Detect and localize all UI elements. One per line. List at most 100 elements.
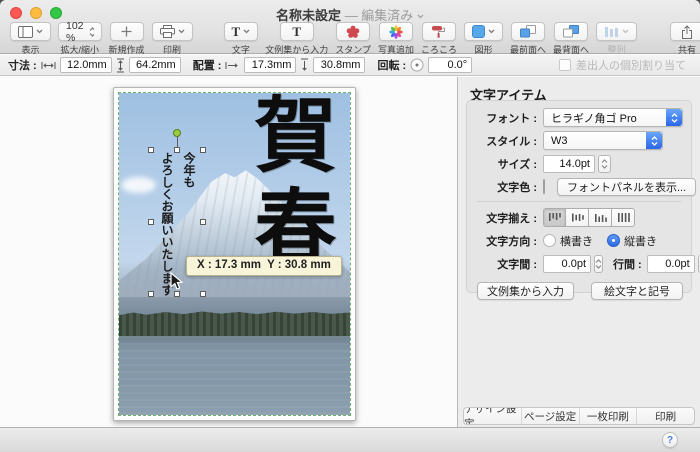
zoom-value: 102 %	[66, 19, 84, 44]
position-tooltip: X : 17.3 mm Y : 30.8 mm	[186, 256, 342, 276]
handle-bottom-right[interactable]	[200, 291, 206, 297]
group-separator	[477, 201, 681, 202]
align-bottom-button[interactable]	[589, 208, 612, 227]
zoom-stepper[interactable]: 102 %	[58, 19, 102, 44]
position-x-input[interactable]	[244, 57, 297, 73]
align-center-icon	[571, 213, 584, 222]
vertical-radio[interactable]: 縦書き	[607, 233, 657, 249]
tab-page-settings[interactable]: ページ設定	[522, 408, 580, 424]
tracking-label: 文字間 :	[497, 258, 537, 271]
phrases-library-button[interactable]: 文例集から入力	[477, 282, 574, 300]
printer-icon	[159, 25, 175, 38]
sender-checkbox[interactable]	[559, 59, 571, 71]
tracking-stepper[interactable]	[594, 254, 603, 273]
horizontal-radio[interactable]: 横書き	[543, 233, 593, 249]
phrases-t-icon: T	[292, 24, 302, 39]
share-button[interactable]	[670, 22, 700, 41]
tab-design-settings[interactable]: デザイン設定	[464, 408, 522, 424]
popup-arrows-icon	[646, 132, 662, 149]
font-panel-button[interactable]: フォントパネルを表示...	[557, 177, 697, 196]
text-align-label: 文字揃え :	[486, 212, 537, 225]
width-input[interactable]	[59, 57, 112, 73]
toolbar-item-phrases: T 文例集から入力	[265, 22, 328, 56]
design-canvas[interactable]: 賀春 今年も よろしくお願いいたします X : 17.3 mm Y : 30.8…	[0, 77, 457, 427]
handle-mid-right[interactable]	[200, 219, 206, 225]
main-content: 賀春 今年も よろしくお願いいたします X : 17.3 mm Y : 30.8…	[0, 77, 700, 427]
panel-buttons-row: 文例集から入力 絵文字と記号	[477, 282, 683, 300]
spacing-row: 文字間 : 行間 :	[475, 254, 700, 273]
bottom-bar: ?	[0, 427, 700, 452]
size-row: サイズ :	[475, 154, 683, 173]
title-chevron-down-icon	[417, 14, 424, 19]
text-tool-button[interactable]: T	[223, 22, 259, 41]
postcard[interactable]: 賀春 今年も よろしくお願いいたします X : 17.3 mm Y : 30.8…	[113, 87, 356, 421]
font-select[interactable]: ヒラギノ角ゴ Pro	[543, 108, 683, 127]
add-photo-button[interactable]	[378, 22, 413, 41]
photo-treeline	[119, 311, 350, 338]
roller-button[interactable]	[421, 22, 456, 41]
bring-to-front-button[interactable]	[511, 22, 545, 41]
handle-mid-left[interactable]	[148, 219, 154, 225]
size-input[interactable]	[543, 154, 595, 173]
rotation-handle[interactable]	[173, 129, 181, 137]
handle-bottom-left[interactable]	[148, 291, 154, 297]
tracking-input[interactable]	[543, 254, 591, 273]
handle-top-left[interactable]	[148, 147, 154, 153]
toolbar-item-view: 表示	[10, 22, 51, 56]
window-chrome: 名称未設定 — 編集済み 表示 102 % 拡大/縮小 新規作成 印刷 T 文字…	[0, 0, 700, 56]
shape-button[interactable]	[464, 22, 503, 41]
size-stepper[interactable]	[598, 154, 611, 173]
help-button[interactable]: ?	[662, 432, 678, 448]
height-input[interactable]	[128, 57, 181, 73]
align-center-button[interactable]	[566, 208, 589, 227]
size-label: 寸法 :	[8, 60, 37, 72]
share-icon	[682, 24, 693, 39]
leading-label: 行間 :	[613, 258, 642, 271]
tab-print[interactable]: 印刷	[637, 408, 694, 424]
horizontal-label: 横書き	[560, 235, 593, 248]
popup-arrows-icon	[666, 109, 682, 126]
photo-cloud	[121, 176, 156, 193]
leading-input[interactable]	[646, 254, 695, 273]
handle-top-mid[interactable]	[174, 147, 180, 153]
stamp-button[interactable]	[336, 22, 371, 41]
chevron-down-icon	[488, 29, 495, 34]
style-row: スタイル : W3	[475, 131, 683, 150]
align-justify-icon	[617, 213, 630, 222]
text-color-well[interactable]	[543, 179, 545, 194]
titlebar: 名称未設定 — 編集済み	[0, 0, 700, 23]
emoji-symbols-button[interactable]: 絵文字と記号	[591, 282, 683, 300]
font-label: フォント :	[486, 112, 537, 125]
shape-square-icon	[472, 25, 485, 38]
chevron-down-icon	[622, 29, 629, 34]
paint-roller-icon	[432, 26, 446, 38]
view-button[interactable]	[10, 22, 51, 41]
toolbar-item-shape: 図形	[464, 22, 503, 56]
position-y-input[interactable]	[313, 57, 366, 73]
edited-status: — 編集済み	[344, 8, 414, 23]
toolbar-item-align: 整列	[596, 22, 638, 56]
font-row: フォント : ヒラギノ角ゴ Pro	[475, 108, 683, 127]
align-button[interactable]	[596, 22, 638, 41]
style-label: スタイル :	[486, 135, 537, 148]
toolbar: 表示 102 % 拡大/縮小 新規作成 印刷 T 文字 T 文例集から入力 スタ…	[0, 19, 700, 56]
new-document-button[interactable]	[109, 22, 144, 41]
tab-single-print[interactable]: 一枚印刷	[580, 408, 638, 424]
bring-front-icon	[520, 25, 536, 38]
toolbar-item-new: 新規作成	[109, 22, 145, 56]
phrases-button[interactable]: T	[279, 22, 314, 41]
align-bars-icon	[605, 26, 619, 37]
style-select[interactable]: W3	[543, 131, 663, 150]
rotation-input[interactable]	[428, 57, 473, 73]
print-button[interactable]	[151, 22, 193, 41]
send-to-back-button[interactable]	[554, 22, 589, 41]
rotation-dial-icon[interactable]	[410, 58, 424, 72]
handle-top-right[interactable]	[200, 147, 206, 153]
calligraphy-text-object[interactable]: 賀春	[240, 92, 334, 276]
align-justify-button[interactable]	[612, 208, 635, 227]
align-top-button[interactable]	[543, 208, 566, 227]
view-panes-icon	[18, 25, 33, 38]
color-row: 文字色 : フォントパネルを表示...	[475, 177, 697, 196]
text-align-segmented	[543, 208, 635, 227]
position-y-icon	[301, 58, 309, 71]
